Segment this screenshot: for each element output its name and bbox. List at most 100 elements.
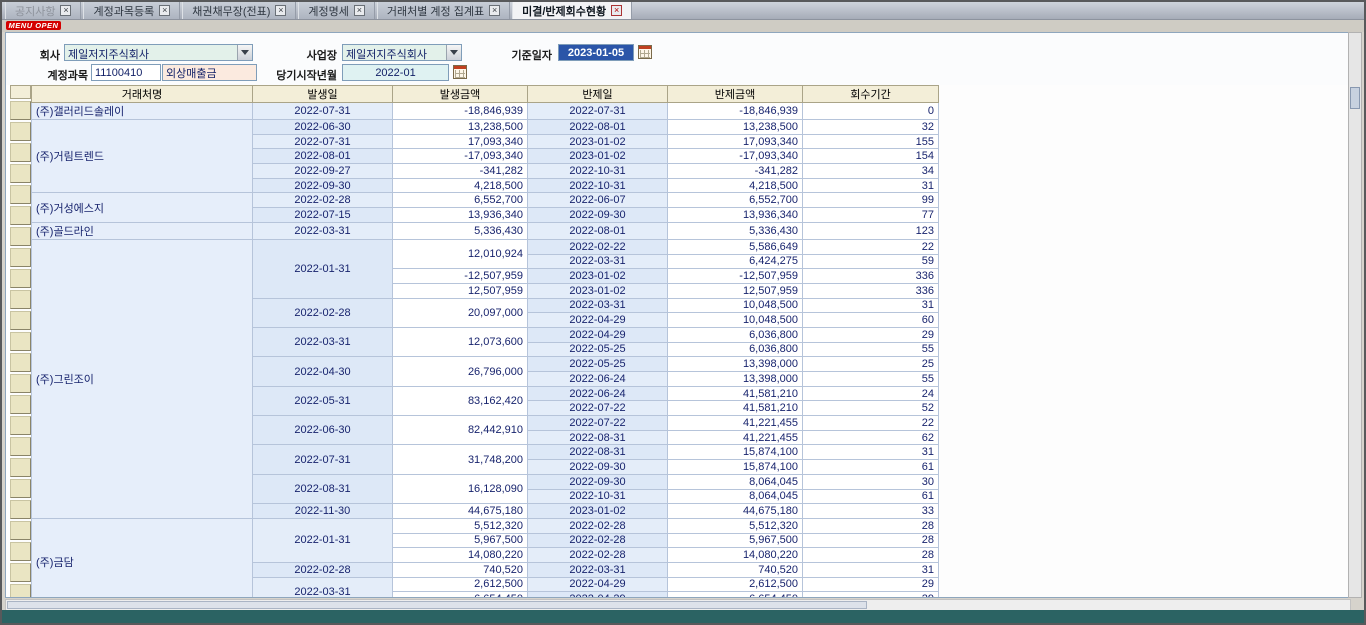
cell-occur-date[interactable]: 2022-09-30	[253, 178, 393, 193]
cell-occur-amount[interactable]: 16,128,090	[393, 474, 528, 503]
row-selector[interactable]	[10, 521, 31, 540]
cell-settle-date[interactable]: 2022-08-31	[528, 430, 668, 445]
cell-customer[interactable]: (주)그린조이	[32, 239, 253, 518]
cell-settle-amount[interactable]: 6,036,800	[668, 342, 803, 357]
cell-period[interactable]: 336	[803, 283, 939, 298]
cell-settle-amount[interactable]: 10,048,500	[668, 313, 803, 328]
cell-occur-amount[interactable]: 44,675,180	[393, 504, 528, 519]
cell-occur-amount[interactable]: 12,507,959	[393, 283, 528, 298]
cell-settle-date[interactable]: 2022-08-01	[528, 222, 668, 239]
cell-period[interactable]: 25	[803, 357, 939, 372]
tab-item[interactable]: 채권채무장(전표)×	[182, 2, 296, 19]
cell-settle-amount[interactable]: 13,398,000	[668, 357, 803, 372]
cell-settle-date[interactable]: 2022-09-30	[528, 460, 668, 475]
cell-occur-date[interactable]: 2022-05-31	[253, 386, 393, 415]
row-selector[interactable]	[10, 332, 31, 351]
row-selector[interactable]	[10, 311, 31, 330]
row-selector[interactable]	[10, 101, 31, 120]
cell-settle-date[interactable]: 2022-10-31	[528, 178, 668, 193]
cell-settle-amount[interactable]: 5,586,649	[668, 239, 803, 254]
row-selector[interactable]	[10, 269, 31, 288]
account-code-input[interactable]: 11100410	[91, 64, 161, 81]
tab-close-icon[interactable]: ×	[611, 5, 622, 16]
cell-customer[interactable]: (주)금담	[32, 518, 253, 597]
cell-settle-amount[interactable]: 13,936,340	[668, 208, 803, 223]
row-selector[interactable]	[10, 479, 31, 498]
row-selector[interactable]	[10, 227, 31, 246]
tab-close-icon[interactable]: ×	[275, 5, 286, 16]
cell-period[interactable]: 61	[803, 489, 939, 504]
cell-settle-date[interactable]: 2022-02-28	[528, 518, 668, 533]
row-selector[interactable]	[10, 437, 31, 456]
cell-settle-amount[interactable]: 41,581,210	[668, 401, 803, 416]
cell-period[interactable]: 29	[803, 327, 939, 342]
cell-occur-amount[interactable]: 5,336,430	[393, 222, 528, 239]
cell-occur-amount[interactable]: 13,238,500	[393, 120, 528, 135]
cell-settle-date[interactable]: 2022-07-31	[528, 103, 668, 120]
cell-settle-date[interactable]: 2022-02-28	[528, 533, 668, 548]
cell-settle-date[interactable]: 2022-06-24	[528, 386, 668, 401]
cell-period[interactable]: 31	[803, 298, 939, 313]
cell-settle-amount[interactable]: 12,507,959	[668, 283, 803, 298]
cell-settle-amount[interactable]: 41,221,455	[668, 416, 803, 431]
cell-settle-amount[interactable]: -17,093,340	[668, 149, 803, 164]
cell-period[interactable]: 61	[803, 460, 939, 475]
cell-period[interactable]: 52	[803, 401, 939, 416]
row-selector[interactable]	[10, 563, 31, 582]
bizplace-select[interactable]: 제일저지주식회사	[342, 44, 462, 61]
horizontal-scrollbar-thumb[interactable]	[7, 601, 867, 609]
cell-settle-date[interactable]: 2022-09-30	[528, 208, 668, 223]
cell-occur-amount[interactable]: 2,612,500	[393, 577, 528, 592]
cell-customer[interactable]: (주)거성에스지	[32, 193, 253, 222]
cell-settle-date[interactable]: 2022-07-22	[528, 401, 668, 416]
cell-period[interactable]: 155	[803, 134, 939, 149]
cell-settle-amount[interactable]: 13,238,500	[668, 120, 803, 135]
cell-settle-amount[interactable]: -12,507,959	[668, 269, 803, 284]
cell-period[interactable]: 0	[803, 103, 939, 120]
cell-settle-date[interactable]: 2022-04-29	[528, 592, 668, 597]
base-date-input[interactable]: 2023-01-05	[558, 44, 634, 61]
cell-settle-date[interactable]: 2022-03-31	[528, 562, 668, 577]
tab-item[interactable]: 계정과목등록×	[83, 2, 180, 19]
cell-settle-date[interactable]: 2022-04-29	[528, 313, 668, 328]
cell-occur-date[interactable]: 2022-01-31	[253, 518, 393, 562]
cell-period[interactable]: 62	[803, 430, 939, 445]
dropdown-arrow-icon[interactable]	[446, 45, 461, 60]
vertical-scrollbar[interactable]	[1348, 32, 1362, 598]
cell-period[interactable]: 31	[803, 178, 939, 193]
row-selector[interactable]	[10, 353, 31, 372]
cell-occur-date[interactable]: 2022-07-15	[253, 208, 393, 223]
cell-occur-date[interactable]: 2022-07-31	[253, 103, 393, 120]
cell-settle-amount[interactable]: 8,064,045	[668, 474, 803, 489]
cell-occur-date[interactable]: 2022-03-31	[253, 327, 393, 356]
cell-occur-date[interactable]: 2022-09-27	[253, 164, 393, 179]
cell-settle-amount[interactable]: 5,967,500	[668, 533, 803, 548]
cell-occur-amount[interactable]: 12,010,924	[393, 239, 528, 268]
cell-settle-amount[interactable]: 740,520	[668, 562, 803, 577]
row-selector[interactable]	[10, 500, 31, 519]
cell-period[interactable]: 33	[803, 504, 939, 519]
calendar-icon[interactable]	[638, 45, 652, 59]
cell-occur-date[interactable]: 2022-02-28	[253, 562, 393, 577]
cell-period[interactable]: 31	[803, 445, 939, 460]
cell-settle-amount[interactable]: 5,336,430	[668, 222, 803, 239]
cell-period[interactable]: 29	[803, 577, 939, 592]
cell-occur-date[interactable]: 2022-07-31	[253, 134, 393, 149]
cell-customer[interactable]: (주)거림트렌드	[32, 120, 253, 193]
column-header[interactable]: 거래처명	[32, 86, 253, 103]
cell-settle-amount[interactable]: 41,581,210	[668, 386, 803, 401]
cell-occur-amount[interactable]: 5,512,320	[393, 518, 528, 533]
cell-period[interactable]: 99	[803, 193, 939, 208]
cell-occur-date[interactable]: 2022-02-28	[253, 298, 393, 327]
cell-occur-amount[interactable]: 17,093,340	[393, 134, 528, 149]
tab-close-icon[interactable]: ×	[60, 5, 71, 16]
tab-close-icon[interactable]: ×	[159, 5, 170, 16]
menu-open-button[interactable]: MENU OPEN	[6, 21, 61, 30]
cell-settle-date[interactable]: 2022-06-07	[528, 193, 668, 208]
cell-settle-date[interactable]: 2022-04-29	[528, 577, 668, 592]
cell-settle-amount[interactable]: 44,675,180	[668, 504, 803, 519]
cell-settle-amount[interactable]: 6,654,450	[668, 592, 803, 597]
cell-settle-date[interactable]: 2022-10-31	[528, 164, 668, 179]
cell-settle-date[interactable]: 2022-07-22	[528, 416, 668, 431]
row-selector[interactable]	[10, 164, 31, 183]
